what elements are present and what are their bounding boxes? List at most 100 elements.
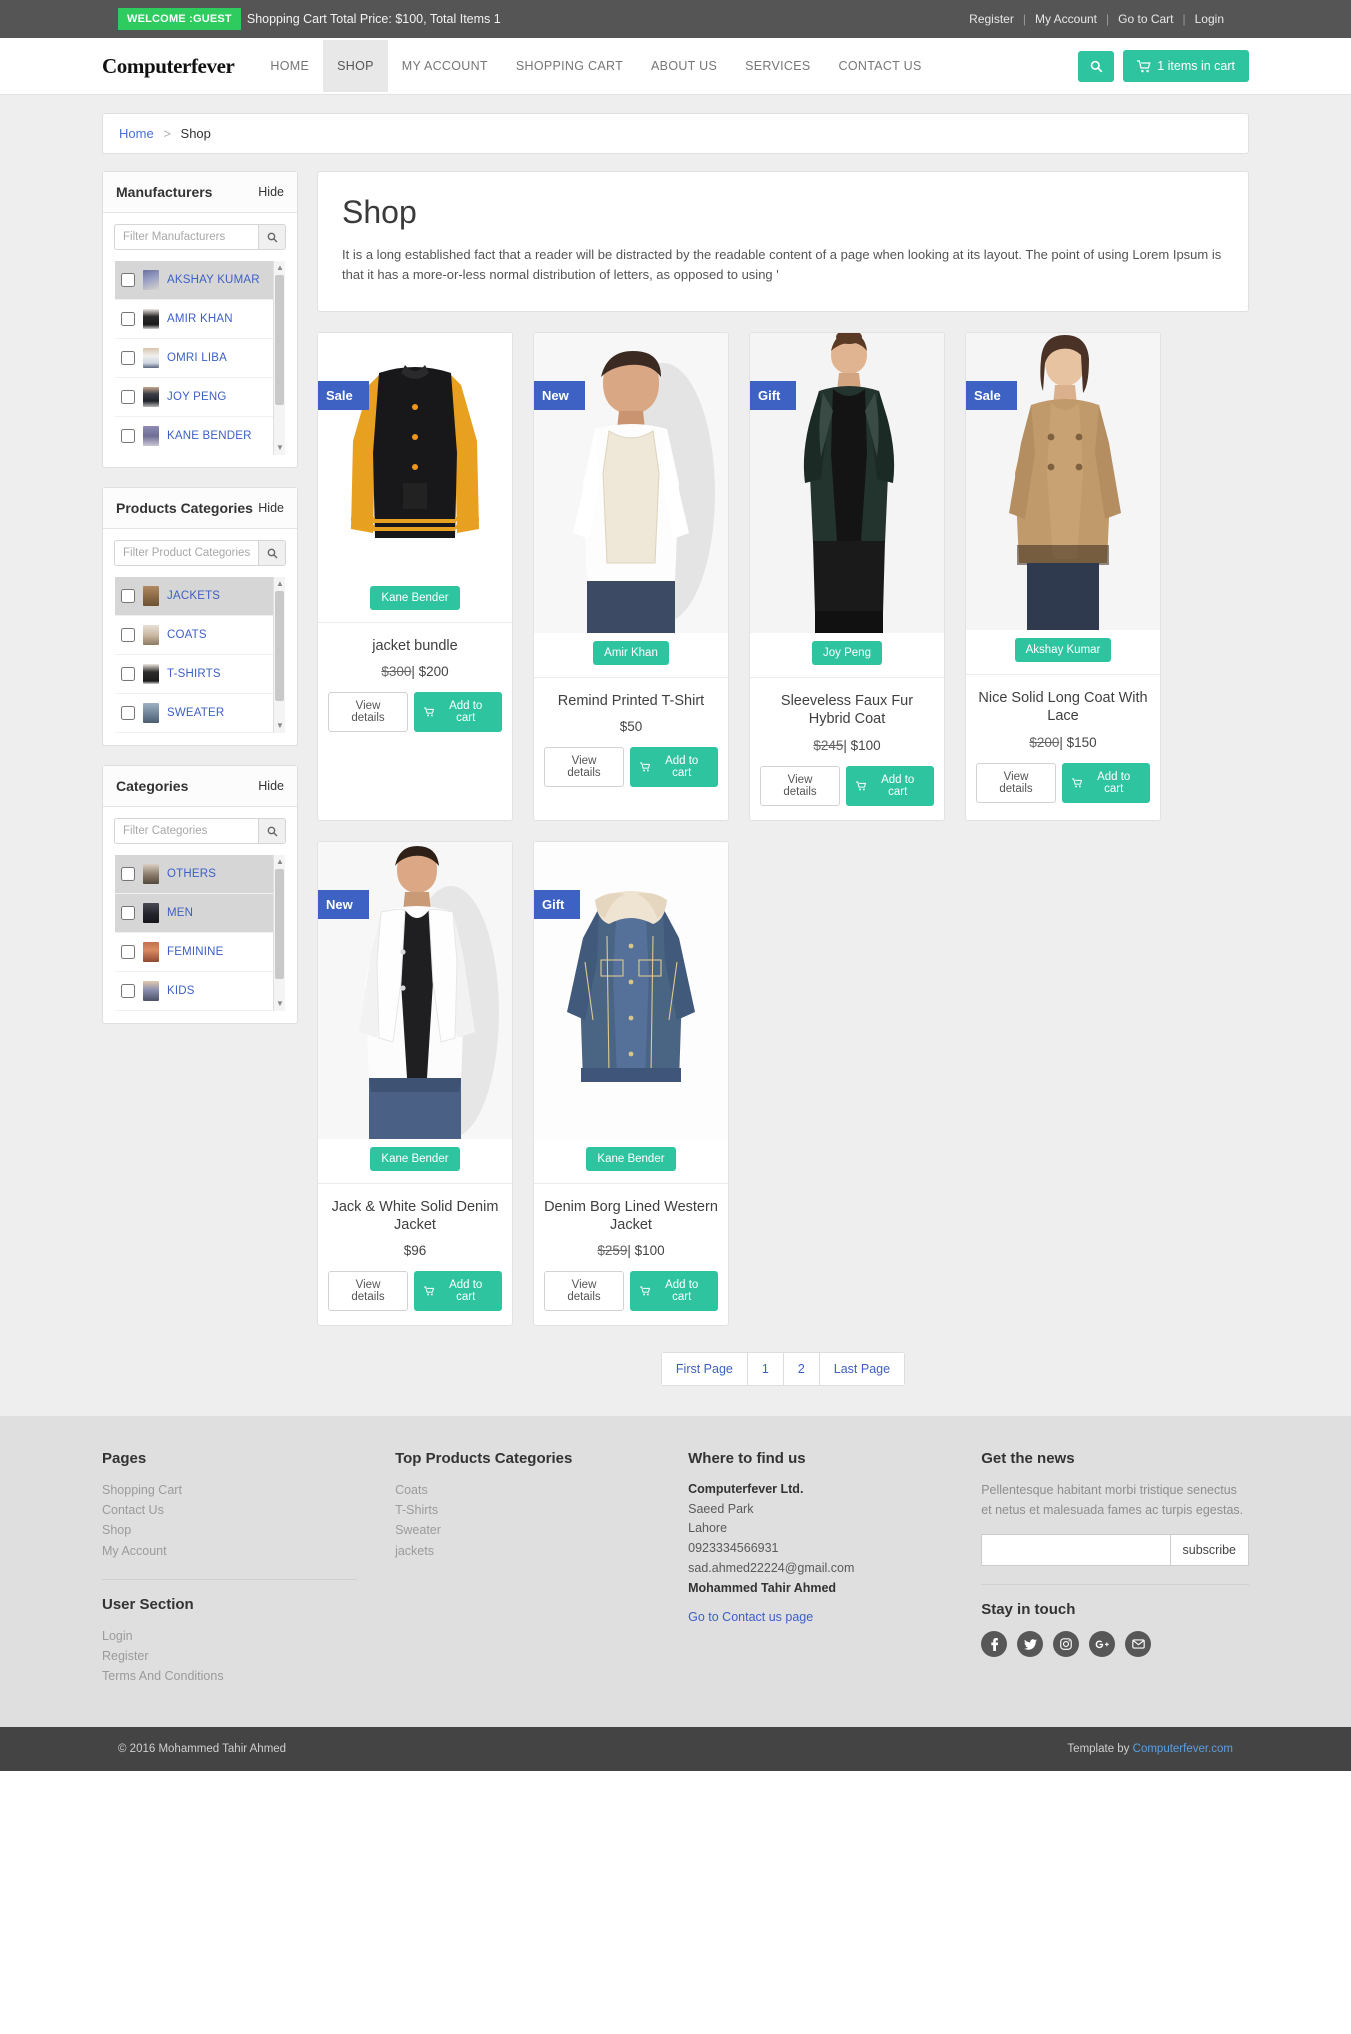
topbar-link-register[interactable]: Register: [960, 12, 1023, 26]
view-details-button[interactable]: View details: [328, 1270, 409, 1311]
view-details-button[interactable]: View details: [328, 692, 409, 733]
instagram-icon[interactable]: [1053, 1631, 1080, 1658]
footer-link-contact-us[interactable]: Contact Us: [102, 1500, 357, 1520]
filter-product-categories-input[interactable]: [114, 540, 258, 566]
pagination-page-2[interactable]: 2: [782, 1351, 819, 1386]
pagination-last-page[interactable]: Last Page: [818, 1351, 906, 1386]
footer-link-terms[interactable]: Terms And Conditions: [102, 1666, 357, 1686]
add-to-cart-button[interactable]: Add to cart: [630, 747, 718, 788]
category-checkbox[interactable]: [121, 867, 135, 881]
site-logo[interactable]: Computerfever: [102, 54, 235, 79]
product-card[interactable]: Gift: [749, 332, 945, 821]
product-card[interactable]: New: [317, 840, 513, 1326]
list-item[interactable]: JOY PENG: [115, 378, 285, 417]
nav-item-contact-us[interactable]: CONTACT US: [825, 40, 936, 92]
topbar-link-login[interactable]: Login: [1186, 12, 1233, 26]
add-to-cart-button[interactable]: Add to cart: [630, 1270, 718, 1311]
scroll-up-icon[interactable]: ▲: [276, 580, 284, 588]
footer-link-sweater[interactable]: Sweater: [395, 1520, 650, 1540]
email-icon[interactable]: [1125, 1631, 1152, 1658]
add-to-cart-button[interactable]: Add to cart: [1062, 762, 1150, 803]
view-details-button[interactable]: View details: [544, 747, 625, 788]
nav-item-shop[interactable]: SHOP: [323, 40, 388, 92]
product-card[interactable]: Sale: [965, 332, 1161, 821]
scroll-down-icon[interactable]: ▼: [276, 722, 284, 730]
manufacturer-checkbox[interactable]: [121, 429, 135, 443]
manufacturer-checkbox[interactable]: [121, 312, 135, 326]
breadcrumb-home[interactable]: Home: [119, 126, 154, 141]
manufacturer-badge[interactable]: Kane Bender: [370, 586, 460, 611]
product-card[interactable]: Sale: [317, 332, 513, 821]
view-details-button[interactable]: View details: [760, 765, 841, 806]
manufacturer-checkbox[interactable]: [121, 273, 135, 287]
category-checkbox[interactable]: [121, 667, 135, 681]
filter-search-button[interactable]: [258, 540, 286, 566]
scroll-up-icon[interactable]: ▲: [276, 858, 284, 866]
footer-link-coats[interactable]: Coats: [395, 1480, 650, 1500]
view-details-button[interactable]: View details: [544, 1270, 625, 1311]
nav-item-services[interactable]: SERVICES: [731, 40, 824, 92]
list-item[interactable]: OMRI LIBA: [115, 339, 285, 378]
subscribe-button[interactable]: subscribe: [1170, 1534, 1249, 1567]
newsletter-email-input[interactable]: [981, 1534, 1171, 1567]
footer-contact-page-link[interactable]: Go to Contact us page: [688, 1610, 813, 1624]
footer-link-tshirts[interactable]: T-Shirts: [395, 1500, 650, 1520]
list-item[interactable]: AKSHAY KUMAR: [115, 261, 285, 300]
footer-link-shopping-cart[interactable]: Shopping Cart: [102, 1480, 357, 1500]
category-checkbox[interactable]: [121, 945, 135, 959]
list-item[interactable]: FEMININE: [115, 933, 285, 972]
nav-item-my-account[interactable]: MY ACCOUNT: [388, 40, 502, 92]
scrollbar-track[interactable]: ▲ ▼: [273, 577, 285, 733]
footer-link-jackets[interactable]: jackets: [395, 1541, 650, 1561]
manufacturer-checkbox[interactable]: [121, 390, 135, 404]
list-item[interactable]: OTHERS: [115, 855, 285, 894]
panel-hide-button[interactable]: Hide: [258, 185, 284, 199]
footer-link-login[interactable]: Login: [102, 1626, 357, 1646]
manufacturer-badge[interactable]: Akshay Kumar: [1014, 638, 1112, 663]
manufacturer-badge[interactable]: Kane Bender: [370, 1146, 460, 1171]
category-checkbox[interactable]: [121, 628, 135, 642]
google-plus-icon[interactable]: [1089, 1631, 1116, 1658]
pagination-first-page[interactable]: First Page: [660, 1351, 747, 1386]
twitter-icon[interactable]: [1017, 1631, 1044, 1658]
category-checkbox[interactable]: [121, 984, 135, 998]
scrollbar-thumb[interactable]: [275, 591, 284, 701]
nav-item-about-us[interactable]: ABOUT US: [637, 40, 731, 92]
scrollbar-track[interactable]: ▲ ▼: [273, 261, 285, 455]
manufacturer-badge[interactable]: Joy Peng: [812, 641, 882, 666]
view-details-button[interactable]: View details: [976, 762, 1057, 803]
nav-item-home[interactable]: HOME: [256, 40, 323, 92]
manufacturer-badge[interactable]: Kane Bender: [586, 1146, 676, 1171]
category-checkbox[interactable]: [121, 706, 135, 720]
scrollbar-thumb[interactable]: [275, 869, 284, 979]
manufacturer-badge[interactable]: Amir Khan: [593, 641, 669, 666]
scroll-down-icon[interactable]: ▼: [276, 1000, 284, 1008]
list-item[interactable]: COATS: [115, 616, 285, 655]
list-item[interactable]: KANE BENDER: [115, 417, 285, 455]
topbar-link-go-to-cart[interactable]: Go to Cart: [1109, 12, 1182, 26]
add-to-cart-button[interactable]: Add to cart: [414, 692, 502, 733]
scroll-up-icon[interactable]: ▲: [276, 264, 284, 272]
search-button[interactable]: [1078, 50, 1115, 82]
scrollbar-track[interactable]: ▲ ▼: [273, 855, 285, 1011]
category-checkbox[interactable]: [121, 906, 135, 920]
list-item[interactable]: SWEATER: [115, 694, 285, 733]
product-card[interactable]: New: [533, 332, 729, 821]
template-credit-link[interactable]: Computerfever.com: [1133, 1743, 1233, 1755]
list-item[interactable]: JACKETS: [115, 577, 285, 616]
filter-manufacturers-input[interactable]: [114, 224, 258, 250]
footer-link-shop[interactable]: Shop: [102, 1520, 357, 1540]
scroll-down-icon[interactable]: ▼: [276, 444, 284, 452]
list-item[interactable]: T-SHIRTS: [115, 655, 285, 694]
list-item[interactable]: KIDS: [115, 972, 285, 1011]
footer-link-register[interactable]: Register: [102, 1646, 357, 1666]
add-to-cart-button[interactable]: Add to cart: [414, 1270, 502, 1311]
product-card[interactable]: Gift: [533, 840, 729, 1326]
filter-search-button[interactable]: [258, 224, 286, 250]
topbar-link-my-account[interactable]: My Account: [1026, 12, 1106, 26]
manufacturer-checkbox[interactable]: [121, 351, 135, 365]
add-to-cart-button[interactable]: Add to cart: [846, 765, 934, 806]
cart-items-button[interactable]: 1 items in cart: [1123, 50, 1249, 82]
facebook-icon[interactable]: [981, 1631, 1008, 1658]
list-item[interactable]: AMIR KHAN: [115, 300, 285, 339]
